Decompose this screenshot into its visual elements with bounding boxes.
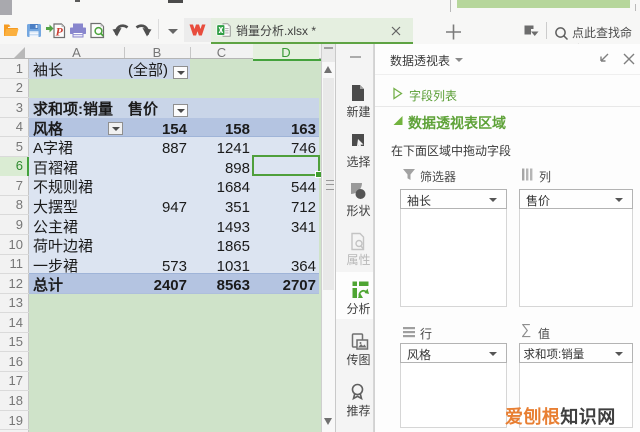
svg-text:P: P <box>56 25 64 39</box>
